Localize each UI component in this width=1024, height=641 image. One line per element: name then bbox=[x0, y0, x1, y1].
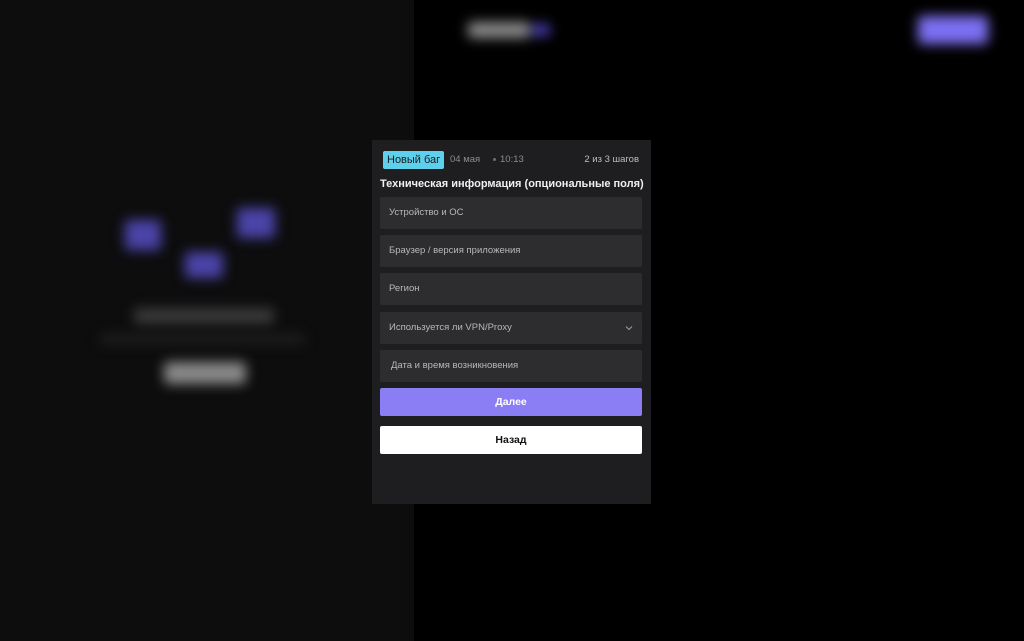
vpn-proxy-select-label: Используется ли VPN/Proxy bbox=[389, 322, 512, 333]
device-os-field[interactable]: Устройство и ОС bbox=[380, 197, 642, 229]
blurred-header-button bbox=[918, 16, 988, 44]
blurred-nav-item bbox=[138, 20, 188, 38]
region-field[interactable]: Регион bbox=[380, 273, 642, 305]
back-button[interactable]: Назад bbox=[380, 426, 642, 454]
blurred-empty-state-button bbox=[164, 362, 246, 384]
next-button[interactable]: Далее bbox=[380, 388, 642, 416]
blurred-illustration-shape bbox=[237, 208, 275, 238]
browser-version-field[interactable]: Браузер / версия приложения bbox=[380, 235, 642, 267]
step-indicator: 2 из 3 шагов bbox=[584, 154, 639, 165]
blurred-empty-state-title bbox=[134, 308, 274, 324]
blurred-illustration-shape bbox=[125, 220, 161, 250]
report-time: 10:13 bbox=[500, 154, 524, 165]
separator-dot bbox=[493, 158, 496, 161]
modal-header: Новый баг 04 мая 10:13 2 из 3 шагов bbox=[383, 151, 639, 169]
section-title: Техническая информация (опциональные пол… bbox=[380, 178, 644, 190]
blurred-empty-state-subtitle bbox=[100, 334, 305, 344]
new-bug-badge: Новый баг bbox=[383, 151, 445, 169]
blurred-nav-item bbox=[228, 20, 278, 38]
report-date: 04 мая bbox=[450, 154, 481, 165]
blurred-nav-item bbox=[50, 20, 102, 38]
bug-report-modal: Новый баг 04 мая 10:13 2 из 3 шагов Техн… bbox=[372, 140, 651, 504]
blurred-illustration-shape bbox=[185, 252, 223, 278]
datetime-field[interactable]: Дата и время возникновения bbox=[380, 350, 642, 382]
chevron-down-icon bbox=[625, 326, 633, 331]
vpn-proxy-select[interactable]: Используется ли VPN/Proxy bbox=[380, 312, 642, 344]
blurred-logo bbox=[468, 22, 552, 38]
